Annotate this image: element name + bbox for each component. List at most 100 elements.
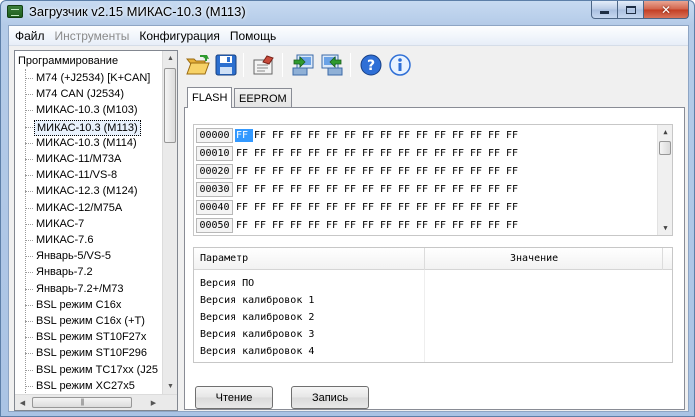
hex-byte-cell[interactable]: FF: [379, 147, 397, 160]
table-row[interactable]: Версия калибровок 2: [194, 309, 672, 326]
hex-byte-cell[interactable]: FF: [253, 165, 271, 178]
hex-view[interactable]: ▲ ▼ 00000 FF FF FF FF FF FF FF FF FF FF FF FF FF FF FF F…: [193, 124, 673, 236]
hex-byte-cell[interactable]: FF: [469, 219, 487, 232]
hex-byte-cell[interactable]: FF: [433, 219, 451, 232]
hex-byte-cell[interactable]: FF: [343, 183, 361, 196]
hex-byte-cell[interactable]: FF: [253, 201, 271, 214]
maximize-button[interactable]: [618, 1, 644, 19]
table-row[interactable]: Версия калибровок 4: [194, 343, 672, 360]
table-row[interactable]: Версия ПО: [194, 275, 672, 292]
hex-byte-cell[interactable]: FF: [271, 165, 289, 178]
hex-byte-cell[interactable]: FF: [415, 183, 433, 196]
scroll-thumb-horizontal[interactable]: |||: [32, 397, 132, 408]
hex-byte-cell[interactable]: FF: [325, 219, 343, 232]
hex-byte-cell[interactable]: FF: [469, 147, 487, 160]
hex-byte-cell[interactable]: FF: [343, 219, 361, 232]
hex-byte-cell[interactable]: FF: [271, 147, 289, 160]
hex-byte-cell[interactable]: FF: [487, 147, 505, 160]
hex-byte-cell[interactable]: FF: [271, 219, 289, 232]
write-ecu-button[interactable]: [319, 52, 345, 78]
hex-byte-cell[interactable]: FF: [343, 147, 361, 160]
table-row[interactable]: Версия калибровок 1: [194, 292, 672, 309]
hex-byte-cell[interactable]: FF: [325, 183, 343, 196]
hex-byte-cell[interactable]: FF: [289, 147, 307, 160]
scroll-down-icon[interactable]: ▼: [163, 379, 178, 394]
hex-byte-cell[interactable]: FF: [361, 183, 379, 196]
hex-byte-cell[interactable]: FF: [433, 165, 451, 178]
menu-item-3[interactable]: Помощь: [226, 29, 280, 43]
hex-byte-cell[interactable]: FF: [289, 129, 307, 142]
ecu-tree[interactable]: Программирование M74 (+J2534) [K+CAN] M74…: [15, 53, 163, 393]
tab-flash[interactable]: FLASH: [187, 87, 233, 108]
read-button[interactable]: Чтение: [195, 386, 273, 409]
hex-byte-cell[interactable]: FF: [379, 219, 397, 232]
hex-byte-cell[interactable]: FF: [397, 219, 415, 232]
hex-byte-cell[interactable]: FF: [253, 147, 271, 160]
column-header-value[interactable]: Значение: [504, 248, 558, 270]
write-button[interactable]: Запись: [291, 386, 369, 409]
menu-item-2[interactable]: Конфигурация: [135, 29, 224, 43]
close-button[interactable]: ✕: [644, 1, 689, 19]
hex-byte-cell[interactable]: FF: [487, 129, 505, 142]
hex-byte-cell[interactable]: FF: [469, 165, 487, 178]
hex-byte-cell[interactable]: FF: [307, 165, 325, 178]
hex-byte-cell[interactable]: FF: [307, 183, 325, 196]
hex-byte-cell[interactable]: FF: [415, 219, 433, 232]
hex-byte-cell[interactable]: FF: [469, 201, 487, 214]
hex-byte-cell[interactable]: FF: [451, 147, 469, 160]
hex-byte-cell[interactable]: FF: [469, 183, 487, 196]
hex-byte-cell[interactable]: FF: [289, 201, 307, 214]
hex-byte-cell[interactable]: FF: [415, 201, 433, 214]
tree-vertical-scrollbar[interactable]: ▲ ▼: [162, 51, 177, 394]
hex-byte-cell[interactable]: FF: [325, 147, 343, 160]
hex-byte-cell[interactable]: FF: [505, 147, 523, 160]
hex-byte-cell[interactable]: FF: [433, 201, 451, 214]
hex-byte-cell[interactable]: FF: [289, 183, 307, 196]
column-divider[interactable]: [662, 248, 663, 270]
hex-byte-cell[interactable]: FF: [307, 147, 325, 160]
scroll-up-icon[interactable]: ▲: [163, 51, 178, 66]
hex-byte-cell[interactable]: FF: [253, 129, 271, 142]
hex-byte-cell[interactable]: FF: [397, 165, 415, 178]
hex-byte-cell[interactable]: FF: [235, 183, 253, 196]
hex-byte-cell[interactable]: FF: [433, 183, 451, 196]
hex-byte-cell[interactable]: FF: [307, 201, 325, 214]
hex-byte-cell[interactable]: FF: [289, 165, 307, 178]
about-button[interactable]: [387, 52, 413, 78]
hex-byte-cell[interactable]: FF: [235, 165, 253, 178]
tree-horizontal-scrollbar[interactable]: ◀ ||| ▶: [15, 394, 177, 410]
hex-byte-cell[interactable]: FF: [505, 183, 523, 196]
hex-byte-cell[interactable]: FF: [343, 201, 361, 214]
read-ecu-button[interactable]: [290, 52, 316, 78]
hex-byte-cell[interactable]: FF: [415, 165, 433, 178]
hex-byte-cell[interactable]: FF: [343, 129, 361, 142]
hex-byte-cell[interactable]: FF: [271, 129, 289, 142]
hex-byte-cell[interactable]: FF: [415, 129, 433, 142]
hex-byte-cell[interactable]: FF: [451, 183, 469, 196]
hex-byte-cell[interactable]: FF: [379, 201, 397, 214]
hex-byte-cell[interactable]: FF: [469, 129, 487, 142]
hex-vertical-scrollbar[interactable]: ▲ ▼: [657, 125, 672, 235]
open-file-button[interactable]: [185, 52, 211, 78]
hex-byte-cell[interactable]: FF: [433, 129, 451, 142]
hex-byte-cell[interactable]: FF: [235, 147, 253, 160]
minimize-button[interactable]: [591, 1, 618, 19]
hex-byte-cell[interactable]: FF: [397, 129, 415, 142]
tab-eeprom[interactable]: EEPROM: [234, 88, 292, 108]
hex-byte-cell[interactable]: FF: [307, 129, 325, 142]
hex-byte-cell[interactable]: FF: [451, 129, 469, 142]
settings-button[interactable]: [251, 52, 277, 78]
hex-byte-cell[interactable]: FF: [325, 165, 343, 178]
hex-byte-cell[interactable]: FF: [253, 183, 271, 196]
hex-byte-cell[interactable]: FF: [271, 201, 289, 214]
scroll-down-icon[interactable]: ▼: [658, 221, 673, 235]
hex-byte-cell[interactable]: FF: [307, 219, 325, 232]
hex-byte-cell[interactable]: FF: [397, 147, 415, 160]
hex-byte-cell[interactable]: FF: [505, 165, 523, 178]
column-divider[interactable]: [424, 248, 425, 270]
scroll-left-icon[interactable]: ◀: [15, 395, 30, 410]
table-row[interactable]: Версия калибровок 3: [194, 326, 672, 343]
column-header-parameter[interactable]: Параметр: [194, 248, 248, 270]
hex-byte-cell[interactable]: FF: [361, 219, 379, 232]
hex-byte-cell[interactable]: FF: [379, 183, 397, 196]
